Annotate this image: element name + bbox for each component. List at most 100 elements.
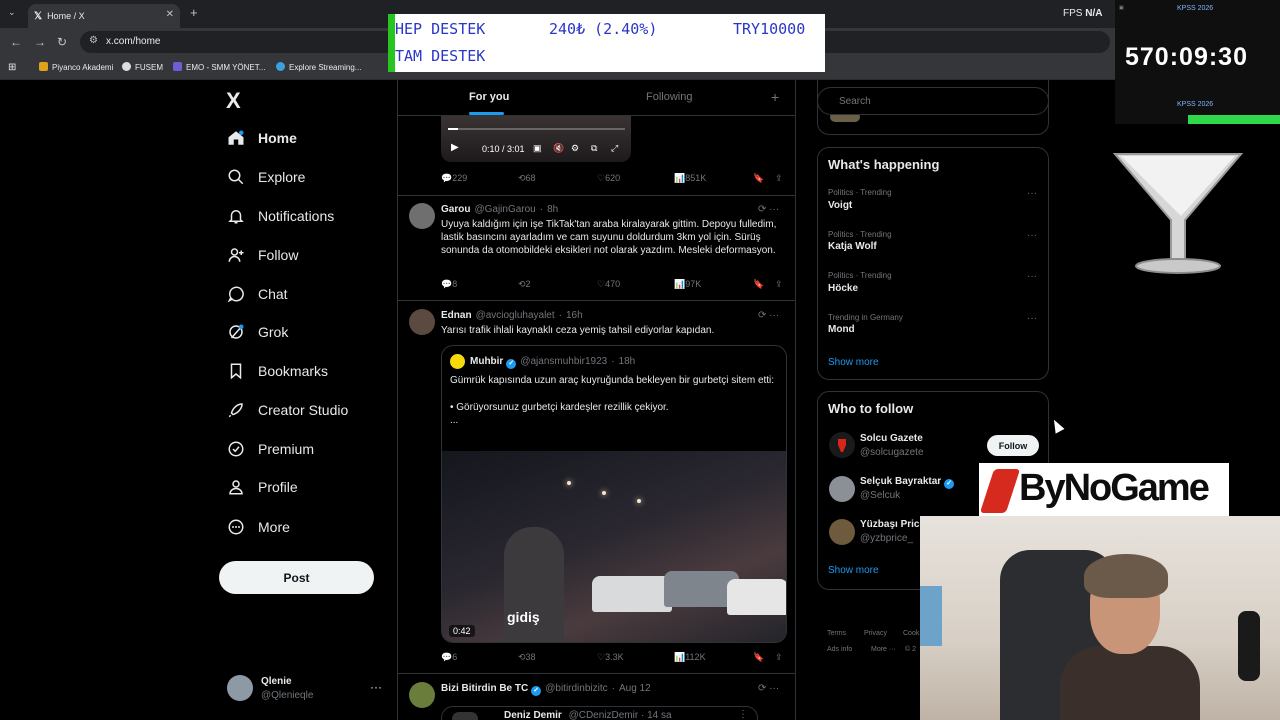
captions-icon[interactable]: ▣: [533, 143, 542, 154]
quoted-tweet[interactable]: Deniz Demir @CDenizDemir · 14 sa ⋮: [441, 706, 758, 720]
suggestion-name[interactable]: Solcu Gazete: [860, 433, 923, 444]
bookmark-item[interactable]: Piyanco Akademi: [39, 62, 113, 72]
tweet-more-icon[interactable]: ⟳ ···: [758, 683, 779, 694]
bookmark-item[interactable]: EMO - SMM YÖNET...: [173, 62, 265, 72]
suggestion-name[interactable]: Yüzbaşı Price: [860, 519, 925, 530]
avatar[interactable]: [227, 675, 253, 701]
tweet-more-icon[interactable]: ⟳ ···: [758, 204, 779, 215]
footer-privacy[interactable]: Privacy: [864, 630, 887, 637]
new-tab-icon[interactable]: +: [190, 5, 198, 20]
pip-icon[interactable]: ⧉: [591, 143, 597, 154]
mute-icon[interactable]: 🔇: [553, 143, 564, 154]
fullscreen-icon[interactable]: ⤢: [611, 143, 618, 154]
trend-item[interactable]: Mond: [828, 324, 855, 335]
nav-chat[interactable]: Chat: [226, 281, 288, 307]
webcam-background-object: [920, 586, 942, 646]
profile-name[interactable]: Qlenie: [261, 676, 292, 687]
nav-follow[interactable]: Follow: [226, 242, 298, 268]
nav-bookmarks[interactable]: Bookmarks: [226, 358, 328, 384]
tab-for-you[interactable]: For you: [469, 91, 509, 103]
nav-explore[interactable]: Explore: [226, 164, 305, 190]
account-menu-icon[interactable]: ···: [370, 680, 382, 694]
video-time: 0:10 / 3:01: [482, 144, 525, 154]
bookmark-tweet-icon[interactable]: 🔖: [753, 279, 764, 290]
apps-icon[interactable]: ⊞: [8, 62, 16, 73]
settings-icon[interactable]: ⚙: [571, 143, 579, 154]
quoted-video[interactable]: gidiş 0:42: [442, 451, 786, 642]
tweet-more-icon[interactable]: ⋮: [738, 709, 748, 720]
repost-button[interactable]: ⟲ 38: [518, 652, 536, 663]
tweet-more-icon[interactable]: ⟳ ···: [758, 310, 779, 321]
trend-item[interactable]: Katja Wolf: [828, 241, 877, 252]
views-button[interactable]: 📊 97K: [674, 279, 701, 290]
bookmark-tweet-icon[interactable]: 🔖: [753, 173, 764, 184]
close-tab-icon[interactable]: ✕: [166, 9, 174, 20]
timer-progress-bar: [1188, 115, 1280, 124]
bookmark-item[interactable]: Explore Streaming...: [276, 62, 361, 72]
show-more-link[interactable]: Show more: [828, 357, 879, 368]
views-button[interactable]: 📊 112K: [674, 652, 706, 663]
like-button[interactable]: ♡ 620: [597, 173, 620, 184]
repost-button[interactable]: ⟲ 2: [518, 279, 531, 290]
nav-profile[interactable]: Profile: [226, 474, 298, 500]
views-button[interactable]: 📊 851K: [674, 173, 706, 184]
tab-following[interactable]: Following: [646, 91, 692, 103]
follow-button[interactable]: Follow: [987, 435, 1039, 456]
suggestion-name[interactable]: Selçuk Bayraktar ✓: [860, 476, 955, 489]
browser-tab[interactable]: 𝕏 Home / X ✕: [28, 4, 180, 28]
repost-button[interactable]: ⟲ 68: [518, 173, 536, 184]
trend-more-icon[interactable]: ···: [1027, 271, 1037, 282]
show-more-link[interactable]: Show more: [828, 565, 879, 576]
nav-creator-studio[interactable]: Creator Studio: [226, 397, 348, 423]
play-icon[interactable]: ▶: [451, 142, 459, 153]
trend-more-icon[interactable]: ···: [1027, 188, 1037, 199]
reply-button[interactable]: 💬 8: [441, 279, 457, 290]
fps-indicator: FPS N/A: [1063, 8, 1103, 19]
timeline[interactable]: For you Following + ▶ 0:10 / 3:01 ▣ 🔇 ⚙ …: [397, 80, 796, 720]
footer-terms[interactable]: Terms: [827, 630, 846, 637]
x-logo[interactable]: X: [226, 88, 241, 114]
reply-button[interactable]: 💬 6: [441, 652, 457, 663]
search-input[interactable]: Search: [817, 87, 1049, 115]
avatar[interactable]: [409, 203, 435, 229]
reply-button[interactable]: 💬 229: [441, 173, 467, 184]
footer-more[interactable]: More ···: [871, 646, 896, 653]
forward-icon[interactable]: →: [34, 35, 46, 49]
quoted-tweet[interactable]: Muhbir ✓ @ajansmuhbir1923 · 18h Gümrük kapıs…: [441, 345, 787, 643]
video-progress-bar[interactable]: [448, 128, 625, 130]
video-frame-light: [567, 481, 571, 485]
avatar[interactable]: [829, 432, 855, 458]
add-feed-icon[interactable]: +: [771, 89, 779, 105]
tweet-author[interactable]: Ednan @avciogluhayalet · 16h: [441, 310, 583, 321]
nav-home[interactable]: Home: [226, 125, 297, 151]
avatar[interactable]: [829, 519, 855, 545]
video-player[interactable]: ▶ 0:10 / 3:01 ▣ 🔇 ⚙ ⧉ ⤢: [441, 116, 631, 162]
reload-icon[interactable]: ↻: [57, 35, 67, 49]
back-icon[interactable]: ←: [10, 35, 22, 49]
site-info-icon[interactable]: ⚙: [89, 35, 98, 46]
tab-list-icon[interactable]: ⌄: [8, 7, 16, 18]
share-icon[interactable]: ⇪: [775, 652, 783, 663]
nav-more[interactable]: More: [226, 514, 290, 540]
post-button[interactable]: Post: [219, 561, 374, 594]
trend-item[interactable]: Höcke: [828, 283, 858, 294]
trend-more-icon[interactable]: ···: [1027, 230, 1037, 241]
tweet-author[interactable]: Bizi Bitirdin Be TC ✓ @bitirdinbizitc · Aug …: [441, 683, 651, 696]
footer-cookies[interactable]: Cook: [903, 630, 919, 637]
avatar[interactable]: [409, 309, 435, 335]
share-icon[interactable]: ⇪: [775, 279, 783, 290]
nav-grok[interactable]: Grok: [226, 319, 288, 345]
nav-notifications[interactable]: Notifications: [226, 203, 334, 229]
nav-premium[interactable]: Premium: [226, 436, 314, 462]
footer-ads-info[interactable]: Ads info: [827, 646, 852, 653]
share-icon[interactable]: ⇪: [775, 173, 783, 184]
avatar[interactable]: [829, 476, 855, 502]
trend-more-icon[interactable]: ···: [1027, 313, 1037, 324]
bookmark-tweet-icon[interactable]: 🔖: [753, 652, 764, 663]
bookmark-item[interactable]: FUSEM: [122, 62, 163, 72]
like-button[interactable]: ♡ 3.3K: [597, 652, 624, 663]
tweet-author[interactable]: Garou @GajinGarou · 8h: [441, 204, 558, 215]
avatar[interactable]: [409, 682, 435, 708]
like-button[interactable]: ♡ 470: [597, 279, 620, 290]
trend-item[interactable]: Voigt: [828, 200, 852, 211]
